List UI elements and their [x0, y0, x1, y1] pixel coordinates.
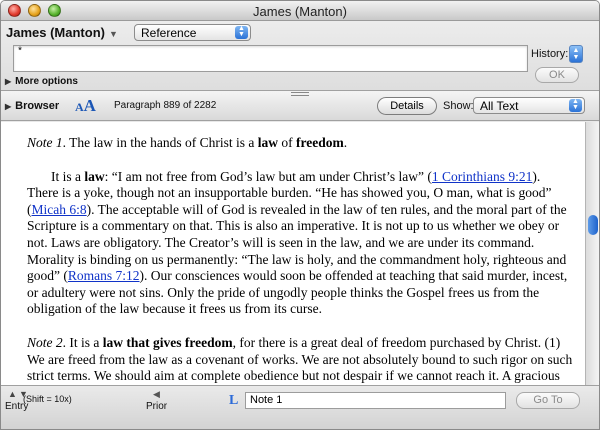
bold-term: law that gives freedom [102, 334, 233, 350]
disclosure-triangle-icon: ▶ [5, 77, 12, 86]
paragraph-body: It is a law: “I am not free from God’s l… [27, 169, 573, 318]
search-target-popup[interactable]: James (Manton) ▼ [6, 25, 118, 40]
bold-term: freedom [295, 135, 344, 150]
browser-label: Browser [15, 100, 60, 112]
browser-toggle[interactable]: ▶ Browser [5, 100, 59, 112]
bold-term: law [84, 168, 105, 184]
history-popup-button[interactable]: ▲ ▼ [569, 45, 583, 63]
document-text-view[interactable]: Note 1. The law in the hands of Christ i… [1, 122, 585, 385]
more-options-label: More options [15, 76, 78, 87]
scripture-link[interactable]: Romans 7:12 [68, 268, 140, 283]
text-run: of [277, 135, 296, 150]
details-button[interactable]: Details [377, 97, 437, 115]
search-panel: James (Manton) ▼ Reference ▲ ▼ * History: … [1, 21, 599, 91]
note-label: Note 2 [27, 334, 63, 350]
show-label: Show: [443, 100, 474, 112]
font-size-control[interactable]: AA [75, 96, 96, 116]
navigation-bar: ▲ ▼ Entry (Shift = 10x) ◀ Prior L Note 1… [1, 385, 599, 429]
shift-hint: (Shift = 10x) [23, 394, 72, 404]
scrollbar-thumb[interactable] [588, 215, 598, 235]
paragraph-counter: Paragraph 889 of 2282 [114, 100, 217, 111]
note-label: Note 1 [27, 135, 63, 150]
reference-l-icon: L [229, 393, 239, 408]
bold-term: law [257, 135, 278, 150]
text-run: . The law in the hands of Christ is a [62, 135, 258, 150]
text-run: : “I am not free from God’s law but am u… [104, 168, 432, 184]
ok-button[interactable]: OK [535, 67, 579, 83]
text-run: . [343, 135, 348, 150]
popup-arrows-icon: ▲ ▼ [235, 25, 248, 39]
text-run: It is a [51, 168, 85, 184]
history-label: History: [531, 48, 569, 60]
search-query-field[interactable]: * [13, 45, 528, 72]
font-larger-icon[interactable]: A [84, 96, 96, 115]
browser-toolbar: ▶ Browser AA Paragraph 889 of 2282 Detail… [1, 91, 599, 121]
search-type-label: Reference [141, 26, 197, 40]
search-type-popup[interactable]: Reference ▲ ▼ [134, 24, 251, 41]
arrow-up-icon[interactable]: ▲ [8, 389, 17, 399]
vertical-scrollbar[interactable] [585, 122, 599, 385]
chevron-down-icon: ▼ [108, 29, 118, 39]
text-run: . It is a [62, 334, 103, 350]
scripture-link[interactable]: 1 Corinthians 9:21 [432, 169, 533, 184]
show-filter-popup[interactable]: All Text ▲ ▼ [473, 97, 585, 114]
font-smaller-icon[interactable]: A [75, 100, 84, 114]
paragraph-note-2: Note 2. It is a law that gives freedom, … [27, 335, 573, 385]
goto-reference-field[interactable]: Note 1 [245, 392, 506, 409]
goto-button[interactable]: Go To [516, 392, 580, 409]
window-title: James (Manton) [253, 4, 347, 19]
show-filter-value: All Text [480, 99, 519, 113]
search-target-label: James (Manton) [6, 25, 105, 40]
prior-label: Prior [146, 401, 168, 412]
more-options-toggle[interactable]: ▶ More options [5, 76, 78, 87]
paragraph-note-1: Note 1. The law in the hands of Christ i… [27, 135, 573, 152]
prior-arrow-icon[interactable]: ◀ [153, 389, 160, 400]
popup-arrows-icon: ▲ ▼ [569, 98, 582, 112]
disclosure-triangle-icon: ▶ [5, 102, 12, 111]
scripture-link[interactable]: Micah 6:8 [32, 202, 87, 217]
splitter-handle[interactable] [291, 92, 309, 96]
title-bar[interactable]: James (Manton) [1, 1, 599, 21]
app-window: James (Manton) James (Manton) ▼ Reference… [0, 0, 600, 430]
